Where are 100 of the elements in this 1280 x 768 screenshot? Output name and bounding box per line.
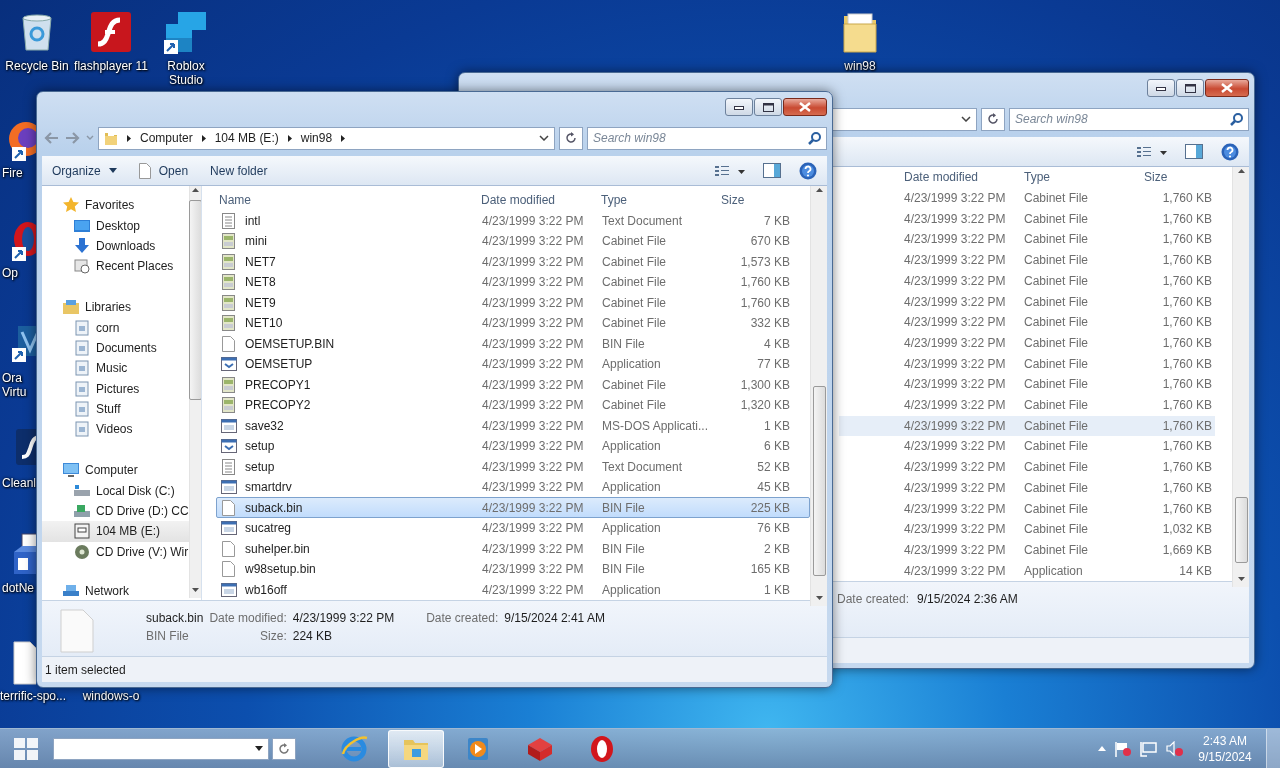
icon-label[interactable]: Ora Virtu (0, 371, 38, 399)
close-button[interactable] (783, 98, 827, 116)
scrollbar-thumb[interactable] (1234, 497, 1248, 563)
close-button[interactable] (1205, 79, 1249, 97)
column-header[interactable]: Type (1021, 168, 1141, 187)
nav-item[interactable]: Downloads (42, 235, 189, 257)
file-row[interactable]: save32 4/23/1999 3:22 PM MS-DOS Applicati... 1 KB (216, 415, 810, 436)
dropdown-caret-icon[interactable] (961, 116, 971, 122)
network-icon[interactable] (1140, 740, 1158, 757)
file-row[interactable]: suhelper.bin 4/23/1999 3:22 PM BIN File 2 KB (216, 538, 810, 559)
taskbar-button[interactable] (388, 729, 444, 768)
nav-item[interactable]: 104 MB (E:) (42, 521, 189, 542)
scroll-up-arrow[interactable] (1236, 167, 1246, 175)
breadcrumb-arrow-icon[interactable] (200, 133, 207, 143)
breadcrumb-arrow-icon[interactable] (286, 133, 293, 143)
column-header[interactable]: Type (598, 191, 718, 210)
scrollbar-thumb[interactable] (189, 200, 201, 400)
nav-item[interactable]: Libraries (42, 296, 189, 318)
toolbar-button[interactable]: Open (138, 161, 189, 180)
file-row[interactable]: setup 4/23/1999 3:22 PM Application 6 KB (216, 435, 810, 457)
breadcrumb-item[interactable]: Computer (140, 129, 193, 147)
icon-label[interactable]: terrific-spo... (0, 689, 66, 703)
action-center-flag-icon[interactable] (1114, 740, 1132, 757)
refresh-button[interactable] (272, 737, 296, 760)
refresh-button[interactable] (981, 107, 1005, 131)
nav-item[interactable]: Desktop (42, 215, 189, 236)
file-row[interactable]: NET8 4/23/1999 3:22 PM Cabinet File 1,760 KB (216, 271, 810, 293)
speaker-muted-icon[interactable] (1166, 740, 1184, 757)
icon-label[interactable]: Roblox Studio (149, 59, 223, 87)
maximize-button[interactable] (754, 98, 782, 116)
nav-item[interactable]: corn (42, 317, 189, 338)
icon-label[interactable]: Recycle Bin (5, 59, 69, 73)
file-row[interactable]: PRECOPY2 4/23/1999 3:22 PM Cabinet File 1,320 KB (216, 394, 810, 416)
nav-item[interactable]: Recent Places (42, 256, 189, 277)
icon-label[interactable]: Cleanl (0, 476, 37, 490)
icon-label[interactable]: windows-o (82, 689, 140, 703)
nav-item[interactable]: Computer (42, 460, 189, 481)
breadcrumb-arrow-icon[interactable] (340, 133, 347, 143)
address-bar[interactable]: Computer 104 MB (E:) win98 (98, 126, 555, 150)
column-header[interactable]: Name (216, 191, 478, 210)
nav-item[interactable]: Favorites (42, 195, 189, 216)
breadcrumb-arrow-icon[interactable] (126, 133, 132, 143)
nav-item[interactable]: CD Drive (V:) Wir (42, 541, 189, 563)
preview-pane-icon[interactable] (763, 163, 781, 178)
nav-item[interactable]: CD Drive (D:) CC (42, 500, 189, 522)
search-field[interactable]: Search win98 (587, 126, 827, 150)
show-hidden-icons-arrow[interactable] (1098, 746, 1106, 751)
scroll-down-arrow[interactable] (191, 586, 201, 594)
toolbar-button[interactable]: New folder (210, 161, 268, 180)
file-row[interactable]: OEMSETUP.BIN 4/23/1999 3:22 PM BIN File 4 KB (216, 333, 810, 354)
nav-item[interactable]: Documents (42, 337, 189, 359)
icon-label[interactable]: dotNe (0, 581, 35, 595)
refresh-button[interactable] (559, 126, 583, 150)
scrollbar-thumb[interactable] (812, 386, 826, 576)
icon-label[interactable]: flashplayer 11 (74, 59, 148, 73)
column-header[interactable]: Size (1141, 168, 1215, 187)
maximize-button[interactable] (1176, 79, 1204, 97)
nav-item[interactable]: Music (42, 358, 189, 379)
help-icon[interactable] (1221, 142, 1239, 161)
column-header[interactable]: Date modified (478, 191, 598, 210)
scroll-down-arrow[interactable] (814, 594, 824, 602)
scroll-up-arrow[interactable] (814, 186, 824, 194)
scroll-up-arrow[interactable] (191, 186, 201, 194)
file-row[interactable]: NET7 4/23/1999 3:22 PM Cabinet File 1,573 KB (216, 251, 810, 272)
file-row[interactable]: w98setup.bin 4/23/1999 3:22 PM BIN File 165 KB (216, 558, 810, 580)
file-row[interactable]: intl 4/23/1999 3:22 PM Text Document 7 KB (216, 210, 810, 231)
dropdown-caret-icon[interactable] (539, 135, 549, 141)
icon-label[interactable]: Fire (0, 166, 23, 180)
nav-item[interactable]: Local Disk (C:) (42, 480, 189, 501)
search-field[interactable]: Search win98 (1009, 107, 1249, 131)
minimize-button[interactable] (725, 98, 753, 116)
nav-item[interactable]: Videos (42, 419, 189, 440)
file-row[interactable]: NET9 4/23/1999 3:22 PM Cabinet File 1,760 KB (216, 292, 810, 313)
file-row[interactable]: mini 4/23/1999 3:22 PM Cabinet File 670 KB (216, 230, 810, 252)
file-row[interactable]: NET10 4/23/1999 3:22 PM Cabinet File 332 KB (216, 312, 810, 334)
breadcrumb-item[interactable]: 104 MB (E:) (214, 129, 279, 147)
column-header[interactable]: Date modified (901, 168, 1021, 187)
address-field[interactable] (53, 737, 269, 760)
file-row[interactable]: sucatreg 4/23/1999 3:22 PM Application 76 KB (216, 517, 810, 539)
minimize-button[interactable] (1147, 79, 1175, 97)
file-row[interactable]: OEMSETUP 4/23/1999 3:22 PM Application 77 KB (216, 353, 810, 375)
file-row[interactable]: wb16off 4/23/1999 3:22 PM Application 1 KB (216, 579, 810, 600)
file-row[interactable]: setup 4/23/1999 3:22 PM Text Document 52 KB (216, 456, 810, 477)
icon-label[interactable]: Op (0, 266, 18, 280)
search-icon[interactable] (808, 131, 821, 145)
preview-pane-icon[interactable] (1185, 144, 1203, 159)
view-options-icon[interactable] (1137, 145, 1167, 158)
breadcrumb-item[interactable]: win98 (300, 129, 333, 147)
column-header[interactable]: Size (718, 191, 792, 210)
scroll-down-arrow[interactable] (1236, 575, 1246, 583)
help-icon[interactable] (799, 161, 817, 180)
nav-item[interactable]: Stuff (42, 398, 189, 420)
icon-label[interactable]: win98 (844, 59, 876, 73)
file-row[interactable]: PRECOPY1 4/23/1999 3:22 PM Cabinet File 1,300 KB (216, 374, 810, 395)
nav-item[interactable]: Network (42, 582, 189, 600)
nav-item[interactable]: Pictures (42, 378, 189, 399)
file-row[interactable]: smartdrv 4/23/1999 3:22 PM Application 45 KB (216, 476, 810, 498)
view-options-icon[interactable] (715, 164, 745, 177)
menu-button[interactable]: Organize (52, 161, 117, 180)
search-icon[interactable] (1230, 112, 1243, 126)
